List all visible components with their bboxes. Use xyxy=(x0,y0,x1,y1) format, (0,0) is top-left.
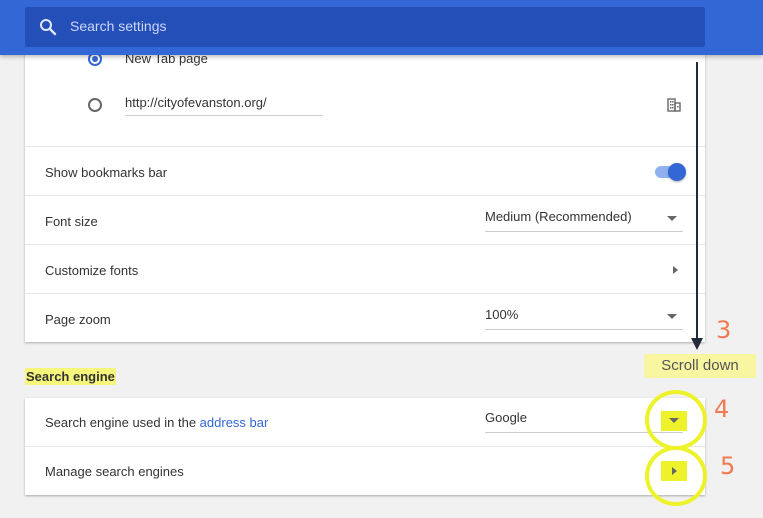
page-zoom-label: Page zoom xyxy=(45,312,111,327)
font-size-label: Font size xyxy=(45,214,98,229)
search-engine-value: Google xyxy=(485,410,527,425)
search-engine-label: Search engine used in the address bar xyxy=(45,415,268,430)
search-icon xyxy=(40,19,57,36)
search-engine-label-prefix: Search engine used in the xyxy=(45,415,200,430)
font-size-value: Medium (Recommended) xyxy=(485,209,632,224)
page-zoom-value: 100% xyxy=(485,307,519,322)
search-engine-heading: Search engine xyxy=(25,368,116,385)
custom-url-input[interactable]: http://cityofevanston.org/ xyxy=(125,95,323,116)
font-size-row: Font size Medium (Recommended) xyxy=(25,195,705,245)
font-size-select[interactable]: Medium (Recommended) xyxy=(485,209,683,232)
scroll-arrow-head xyxy=(691,338,703,350)
search-input[interactable]: Search settings xyxy=(25,7,705,47)
bookmarks-label: Show bookmarks bar xyxy=(45,165,168,180)
address-bar-link[interactable]: address bar xyxy=(200,415,269,430)
top-bar: Search settings xyxy=(0,0,763,55)
chevron-down-icon xyxy=(667,216,677,221)
step-4-label: 4 xyxy=(714,395,730,423)
scroll-arrow-line xyxy=(696,62,698,342)
radio-custom-url[interactable] xyxy=(88,98,102,112)
chevron-right-icon xyxy=(673,266,678,274)
search-engine-card: Search engine used in the address bar Go… xyxy=(25,398,705,495)
page-zoom-row: Page zoom 100% xyxy=(25,293,705,343)
customize-fonts-row[interactable]: Customize fonts xyxy=(25,244,705,294)
page-zoom-select[interactable]: 100% xyxy=(485,307,683,330)
customize-fonts-label: Customize fonts xyxy=(45,263,139,278)
chevron-down-icon xyxy=(667,314,677,319)
scroll-down-note: Scroll down xyxy=(644,354,756,378)
manage-search-engines-row[interactable]: Manage search engines xyxy=(25,446,705,496)
step-3-label: 3 xyxy=(716,316,732,344)
bookmarks-toggle-knob[interactable] xyxy=(668,163,686,181)
step-5-label: 5 xyxy=(720,452,736,480)
search-engine-row: Search engine used in the address bar Go… xyxy=(25,398,705,446)
custom-url-value: http://cityofevanston.org/ xyxy=(125,95,267,110)
manage-search-engines-label: Manage search engines xyxy=(45,464,184,479)
search-placeholder: Search settings xyxy=(70,18,167,34)
chevron-down-icon[interactable] xyxy=(669,418,679,423)
building-icon[interactable] xyxy=(667,98,681,112)
chevron-right-icon[interactable] xyxy=(672,467,677,475)
bookmarks-row[interactable]: Show bookmarks bar xyxy=(25,146,705,196)
